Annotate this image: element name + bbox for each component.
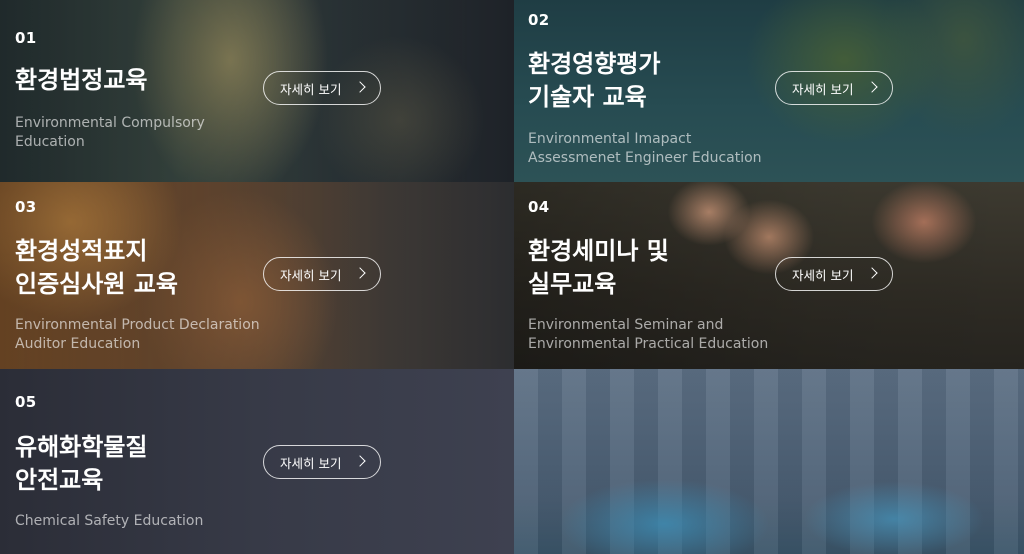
course-number: 03 (15, 198, 37, 216)
view-details-button[interactable]: 자세히 보기 (775, 257, 893, 291)
course-card-05[interactable]: 05 유해화학물질 안전교육 Chemical Safety Education… (0, 369, 514, 554)
view-details-button[interactable]: 자세히 보기 (775, 71, 893, 105)
course-card-03[interactable]: 03 환경성적표지 인증심사원 교육 Environmental Product… (0, 182, 514, 369)
chevron-right-icon (866, 267, 878, 279)
chevron-right-icon (354, 81, 366, 93)
course-title: 환경성적표지 인증심사원 교육 (15, 237, 178, 298)
course-subtitle: Environmental Imapact Assessmenet Engine… (528, 131, 762, 166)
course-subtitle: Chemical Safety Education (15, 513, 204, 529)
course-card-02[interactable]: 02 환경영향평가 기술자 교육 Environmental Imapact A… (514, 0, 1024, 182)
course-title: 환경법정교육 (15, 66, 148, 94)
chevron-right-icon (354, 267, 366, 279)
course-card-04[interactable]: 04 환경세미나 및 실무교육 Environmental Seminar an… (514, 182, 1024, 369)
course-number: 01 (15, 29, 37, 47)
course-number: 04 (528, 198, 550, 216)
course-subtitle: Environmental Product Declaration Audito… (15, 317, 260, 352)
course-subtitle: Environmental Compulsory Education (15, 115, 205, 150)
view-details-button[interactable]: 자세히 보기 (263, 257, 381, 291)
course-subtitle: Environmental Seminar and Environmental … (528, 317, 769, 352)
view-details-button[interactable]: 자세히 보기 (263, 445, 381, 479)
course-card-01[interactable]: 01 환경법정교육 Environmental Compulsory Educa… (0, 0, 514, 182)
course-number: 02 (528, 11, 550, 29)
decorative-image-tile (514, 369, 1024, 554)
view-details-button[interactable]: 자세히 보기 (263, 71, 381, 105)
course-title: 유해화학물질 안전교육 (15, 433, 148, 494)
course-title: 환경영향평가 기술자 교육 (528, 50, 661, 111)
course-number: 05 (15, 393, 37, 411)
course-title: 환경세미나 및 실무교육 (528, 237, 669, 298)
education-grid: 01 환경법정교육 Environmental Compulsory Educa… (0, 0, 1024, 554)
chevron-right-icon (866, 81, 878, 93)
chevron-right-icon (354, 455, 366, 467)
